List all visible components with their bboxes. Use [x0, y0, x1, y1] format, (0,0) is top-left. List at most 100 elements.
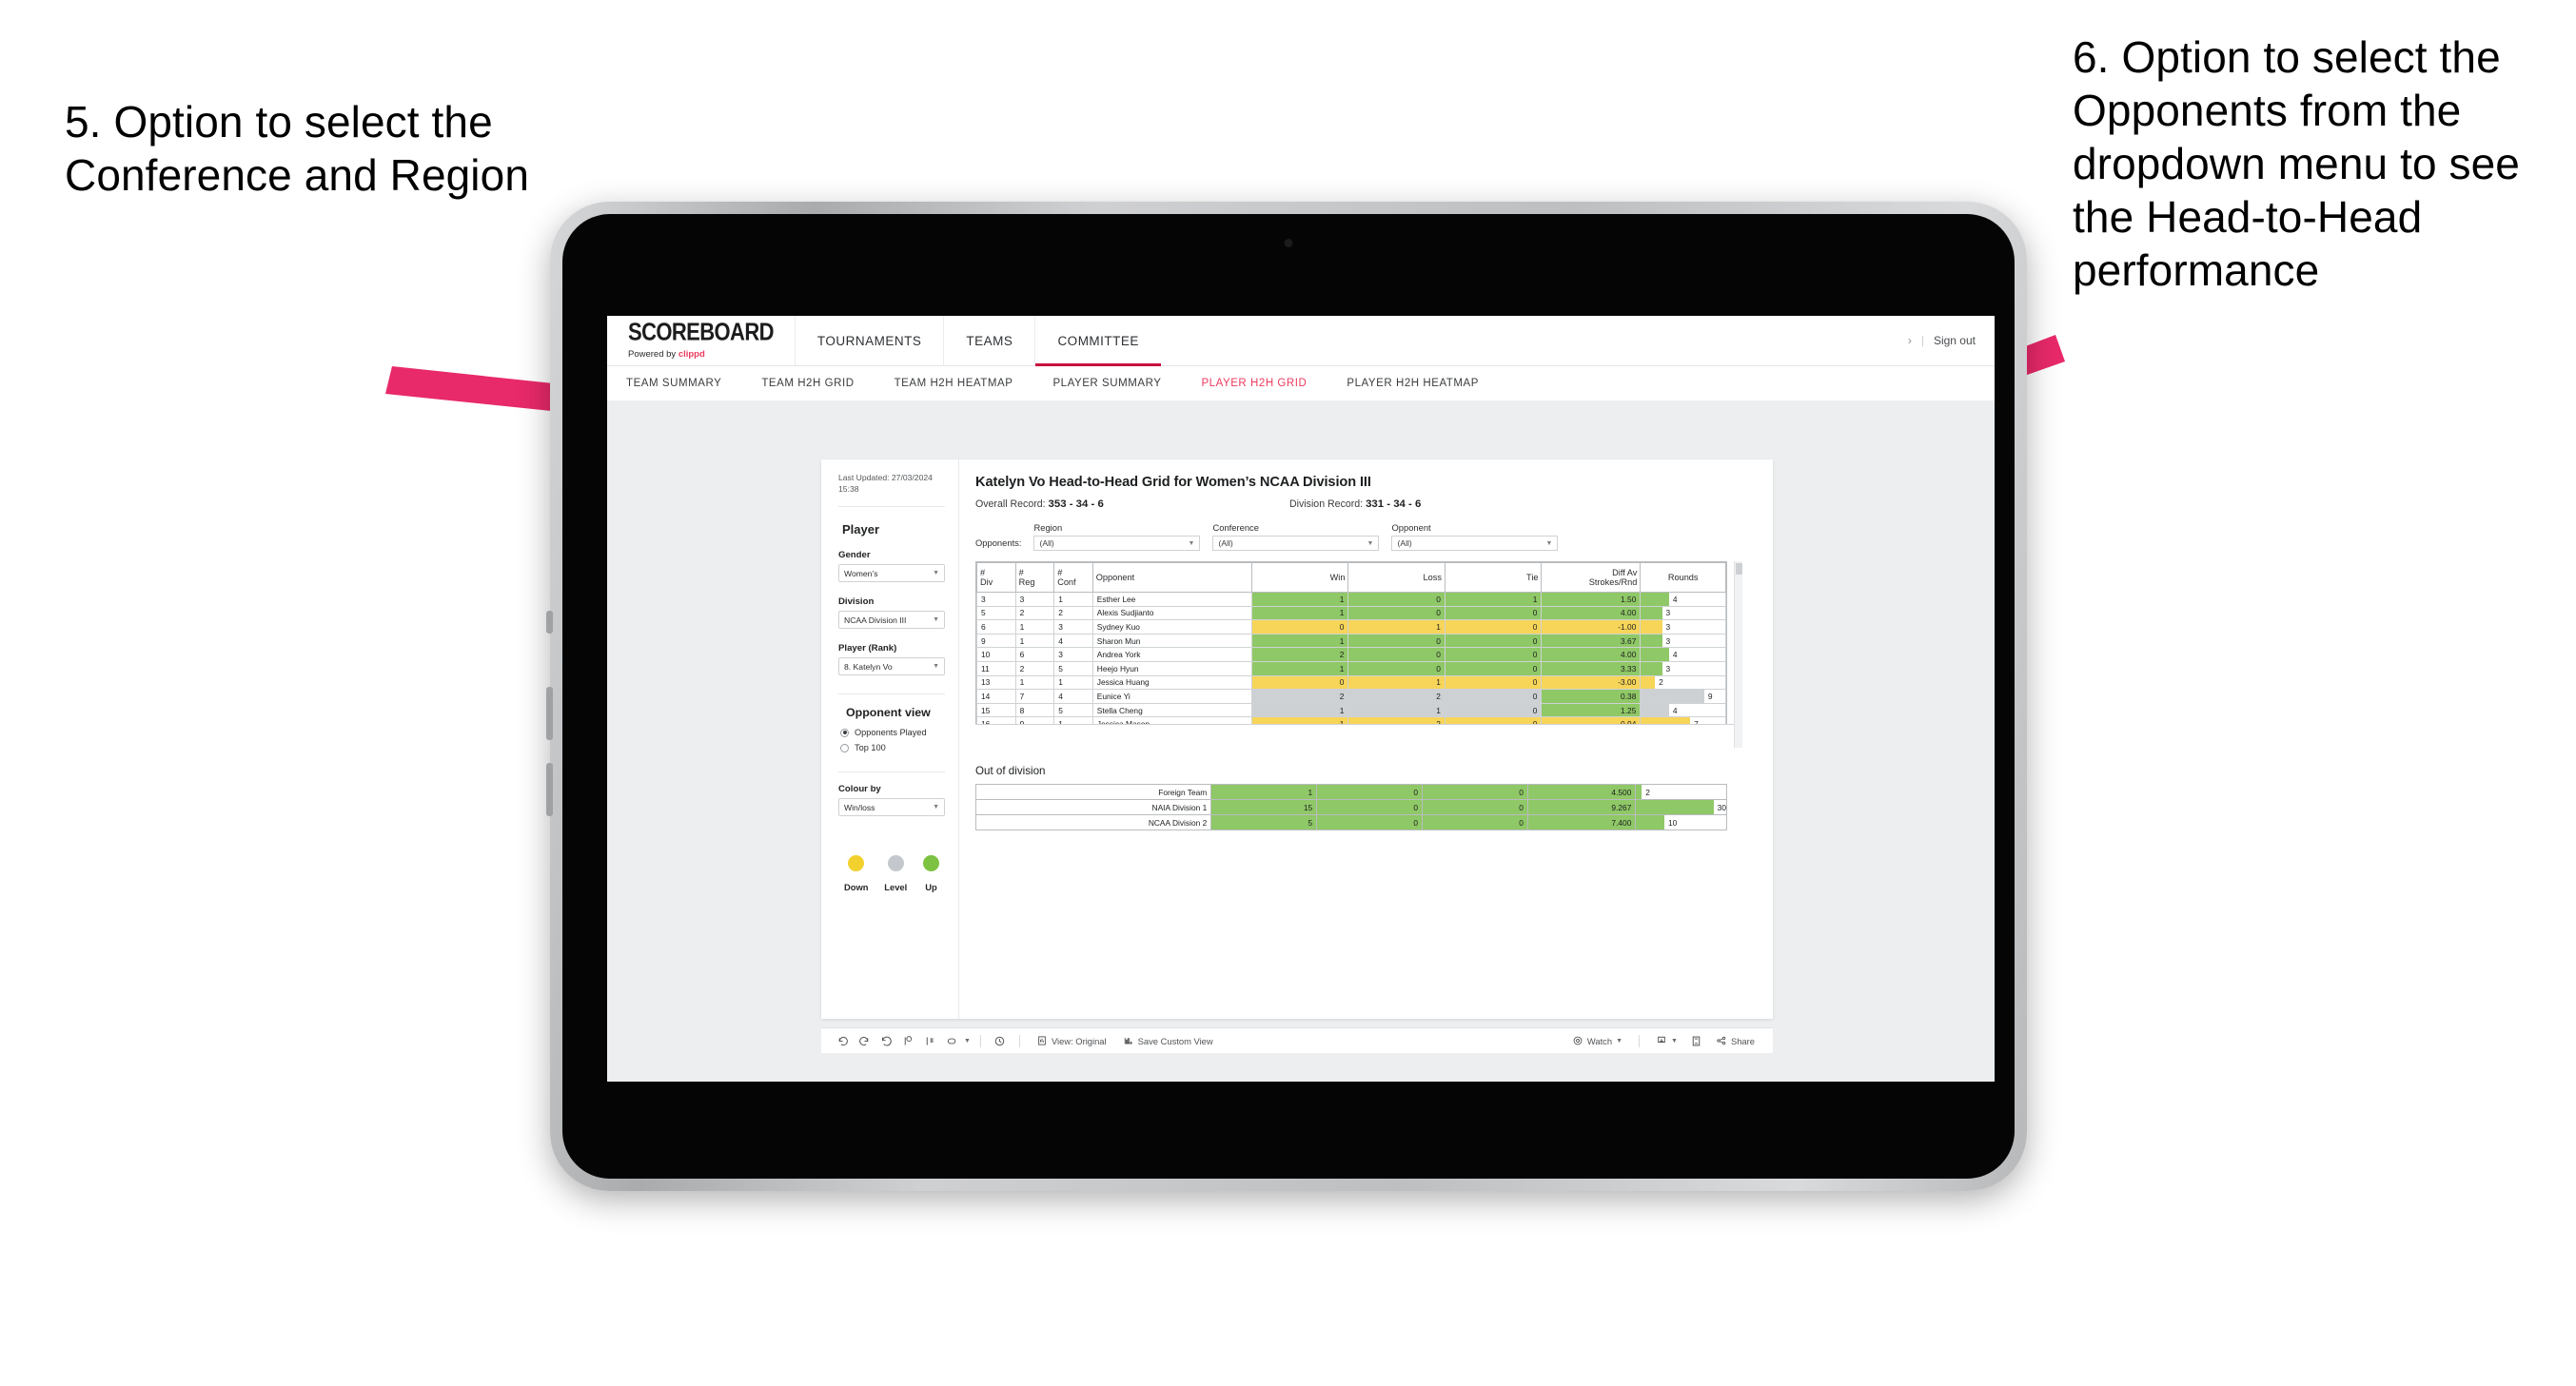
fullscreen-icon[interactable] [1687, 1031, 1706, 1050]
col-header-loss[interactable]: Loss [1347, 562, 1445, 593]
cell-diff: 1.25 [1541, 702, 1642, 718]
tab-player-h2h-heatmap[interactable]: PLAYER H2H HEATMAP [1327, 378, 1499, 389]
cell-win: 5 [1210, 814, 1318, 830]
grid-vertical-scrollbar[interactable] [1734, 561, 1742, 748]
opponent-select[interactable]: (All) ▼ [1391, 536, 1559, 551]
col-header-diff[interactable]: Diff Av Strokes/Rnd [1541, 562, 1642, 593]
cell-group-name: Foreign Team [974, 784, 1212, 800]
cell-diff: 3.67 [1541, 633, 1642, 649]
legend-item-down: Down [844, 855, 869, 892]
cell-rounds: 4 [1640, 647, 1726, 662]
legend-item-up: Up [922, 855, 939, 892]
chevron-down-icon[interactable]: ▼ [964, 1038, 971, 1044]
rounds-bar: 3 [1641, 661, 1725, 675]
filter-region: Region (All) ▼ [1033, 522, 1201, 551]
cell-reg: 6 [1014, 647, 1055, 662]
cell-reg: 8 [1014, 702, 1055, 718]
watch-button[interactable]: Watch ▼ [1565, 1035, 1629, 1046]
col-header-opponent[interactable]: Opponent [1091, 562, 1252, 593]
colour-legend: Down Level Up [838, 855, 945, 892]
region-value: (All) [1039, 538, 1054, 548]
pause-icon[interactable] [920, 1031, 939, 1050]
nav-item-teams[interactable]: TEAMS [943, 316, 1034, 365]
cell-div: 11 [976, 660, 1016, 676]
rounds-value: 3 [1665, 635, 1671, 646]
chevron-right-icon[interactable]: › [1908, 334, 1912, 347]
revert-icon[interactable] [876, 1031, 895, 1050]
cell-tie: 0 [1444, 619, 1543, 634]
table-row[interactable]: 9 1 4 Sharon Mun 1 0 0 3.67 3 [976, 633, 1726, 649]
table-row[interactable]: 6 1 3 Sydney Kuo 0 1 0 -1.00 3 [976, 619, 1726, 634]
undo-icon[interactable] [833, 1031, 852, 1050]
tab-player-summary[interactable]: PLAYER SUMMARY [1032, 378, 1181, 389]
brand-logo[interactable]: SCOREBOARD Powered by clippd [607, 316, 795, 365]
colour-by-select[interactable]: Win/loss ▼ [838, 798, 945, 817]
tab-team-h2h-heatmap[interactable]: TEAM H2H HEATMAP [875, 378, 1033, 389]
division-value: NCAA Division III [844, 615, 907, 625]
records-row: Overall Record: 353 - 34 - 6 Division Re… [975, 498, 1757, 510]
h2h-grid-scroll[interactable]: # Div # Reg # Conf Opponent Win Loss Tie Di… [975, 561, 1727, 748]
radio-opponents-played[interactable]: Opponents Played [838, 728, 945, 737]
tab-team-h2h-grid[interactable]: TEAM H2H GRID [741, 378, 874, 389]
gender-select[interactable]: Women’s ▼ [838, 564, 945, 583]
col-header-conf[interactable]: # Conf [1053, 562, 1093, 593]
table-row[interactable]: 11 2 5 Heejo Hyun 1 0 0 3.33 3 [976, 660, 1726, 676]
cell-reg: 2 [1014, 660, 1055, 676]
logo-wordmark: SCOREBOARD [628, 317, 775, 346]
shape-icon[interactable] [942, 1031, 961, 1050]
conference-select[interactable]: (All) ▼ [1212, 536, 1380, 551]
table-row[interactable]: 14 7 4 Eunice Yi 2 2 0 0.38 9 [976, 689, 1726, 704]
clock-icon[interactable] [991, 1031, 1010, 1050]
download-button[interactable]: ▼ [1649, 1035, 1684, 1046]
col-header-rounds[interactable]: Rounds [1640, 562, 1726, 593]
rounds-bar: 2 [1636, 785, 1726, 799]
tab-team-summary[interactable]: TEAM SUMMARY [626, 378, 741, 389]
player-rank-select[interactable]: 8. Katelyn Vo ▼ [838, 657, 945, 676]
cell-tie: 0 [1422, 799, 1528, 815]
col-header-tie[interactable]: Tie [1444, 562, 1543, 593]
cell-loss: 0 [1347, 592, 1445, 607]
table-row[interactable]: 15 8 5 Stella Cheng 1 1 0 1.25 4 [976, 702, 1726, 718]
table-row[interactable]: 10 6 3 Andrea York 2 0 0 4.00 4 [976, 647, 1726, 662]
out-of-division-row[interactable]: Foreign Team 1 0 0 4.500 2 [974, 784, 1727, 800]
sign-out-link[interactable]: Sign out [1934, 334, 1976, 347]
table-row[interactable]: 3 3 1 Esther Lee 1 0 1 1.50 4 [976, 592, 1726, 607]
app-header: SCOREBOARD Powered by clippd TOURNAMENTS… [607, 316, 1995, 366]
out-of-division-row[interactable]: NCAA Division 2 5 0 0 7.400 10 [974, 814, 1727, 830]
region-select[interactable]: (All) ▼ [1033, 536, 1201, 551]
division-select[interactable]: NCAA Division III ▼ [838, 611, 945, 630]
hdr-div: Div [980, 577, 993, 587]
overall-record: Overall Record: 353 - 34 - 6 [975, 498, 1289, 510]
view-original-button[interactable]: View: Original [1030, 1035, 1113, 1046]
cell-opponent: Eunice Yi [1091, 689, 1252, 704]
out-of-division-row[interactable]: NAIA Division 1 15 0 0 9.267 30 [974, 799, 1727, 815]
col-header-reg[interactable]: # Reg [1014, 562, 1055, 593]
cell-loss: 0 [1316, 814, 1424, 830]
share-button[interactable]: Share [1709, 1035, 1761, 1046]
cell-win: 1 [1250, 633, 1349, 649]
rounds-value: 4 [1672, 705, 1678, 715]
volume-up-button[interactable] [546, 687, 553, 740]
tablet-device: SCOREBOARD Powered by clippd TOURNAMENTS… [546, 202, 2027, 1191]
cell-tie: 0 [1444, 702, 1543, 718]
refresh-icon[interactable] [898, 1031, 917, 1050]
radio-top-100[interactable]: Top 100 [838, 743, 945, 752]
table-row[interactable]: 5 2 2 Alexis Sudjianto 1 0 0 4.00 3 [976, 605, 1726, 621]
power-button[interactable] [546, 611, 553, 634]
rounds-bar-fill [1641, 620, 1662, 634]
nav-item-tournaments[interactable]: TOURNAMENTS [794, 316, 944, 365]
rounds-bar-fill [1641, 703, 1669, 717]
scrollbar-thumb[interactable] [1736, 563, 1742, 575]
col-header-win[interactable]: Win [1250, 562, 1349, 593]
volume-down-button[interactable] [546, 763, 553, 816]
nav-item-committee[interactable]: COMMITTEE [1034, 316, 1161, 366]
redo-icon[interactable] [855, 1031, 874, 1050]
cell-loss: 0 [1347, 605, 1445, 621]
col-header-div[interactable]: # Div [976, 562, 1016, 593]
table-row[interactable]: 13 1 1 Jessica Huang 0 1 0 -3.00 2 [976, 674, 1726, 691]
cell-tie: 0 [1444, 647, 1543, 662]
rounds-value: 9 [1707, 691, 1713, 701]
save-custom-view-button[interactable]: Save Custom View [1116, 1035, 1220, 1046]
cell-opponent: Jessica Huang [1091, 674, 1252, 691]
tab-player-h2h-grid[interactable]: PLAYER H2H GRID [1181, 378, 1327, 389]
